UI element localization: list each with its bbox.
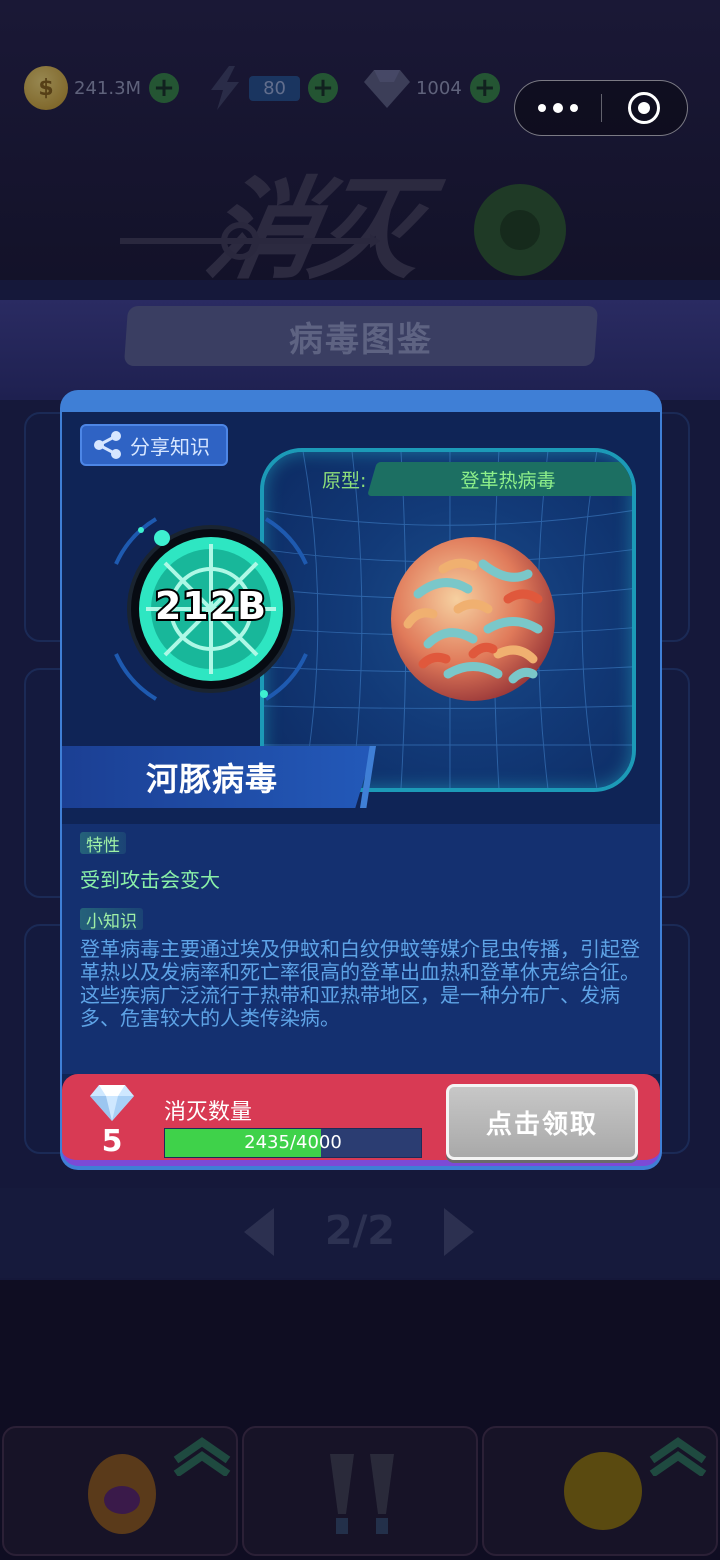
virus-name-banner: 河豚病毒 (62, 746, 374, 808)
plus-icon: + (149, 73, 180, 103)
reward-count: 5 (101, 1124, 123, 1159)
close-icon[interactable] (602, 92, 688, 124)
gem-resource: 1004 + (363, 68, 500, 108)
gem-value: 1004 (415, 77, 462, 99)
resource-bar: $ 241.3M + 80 + 1004 + (24, 66, 526, 110)
badge-value: 212B (153, 582, 268, 630)
share-icon (94, 431, 121, 459)
arrow-left-icon[interactable] (244, 1208, 274, 1256)
reward-bar: 5 消灭数量 2435/4000 点击领取 (62, 1074, 660, 1166)
energy-resource: 80 + (205, 66, 338, 110)
more-icon[interactable] (515, 102, 601, 113)
virus-name: 河豚病毒 (146, 760, 279, 798)
arrow-right-icon[interactable] (444, 1208, 474, 1256)
gem-icon (363, 70, 410, 108)
hero-icon (88, 1454, 156, 1534)
gem-icon (90, 1085, 134, 1121)
energy-value: 80 (249, 75, 300, 101)
trait-tag: 特性 (80, 832, 126, 856)
virus-book-title: 病毒图鉴 (123, 306, 599, 366)
trait-text: 受到攻击会变大 (80, 868, 220, 892)
sword-logo-decoration (120, 222, 380, 260)
coin-icon: $ (24, 66, 68, 110)
page-indicator: 2/2 (324, 1208, 396, 1254)
miniprogram-capsule (514, 80, 688, 136)
knowledge-tag: 小知识 (80, 908, 143, 932)
nav-tab-hero[interactable] (2, 1426, 238, 1556)
kill-progress-text: 2435/4000 (244, 1132, 342, 1153)
dengue-virus-image (391, 537, 555, 701)
virus-info: 特性 受到攻击会变大 小知识 登革病毒主要通过埃及伊蚊和白纹伊蚊等媒介昆虫传播，… (62, 824, 660, 1074)
prototype-label: 原型: (322, 470, 367, 492)
modal-body: 分享知识 原型: 登革热病毒 212B 河豚病毒 特性 受到攻击会变大 小知识 … (62, 412, 660, 1152)
kill-count-label: 消灭数量 (164, 1100, 253, 1125)
coin-icon (564, 1452, 642, 1530)
kill-progress-bar: 2435/4000 (164, 1128, 422, 1158)
share-label: 分享知识 (130, 434, 210, 459)
knowledge-text: 登革病毒主要通过埃及伊蚊和白纹伊蚊等媒介昆虫传播，引起登革热以及发病率和死亡率很… (80, 937, 640, 1030)
share-knowledge-button[interactable]: 分享知识 (80, 424, 228, 466)
bolt-icon (211, 66, 240, 110)
plus-icon: + (307, 73, 338, 103)
bottom-nav (0, 1420, 720, 1560)
plus-icon: + (469, 73, 500, 103)
virus-badge: 212B (96, 494, 326, 724)
coin-value: 241.3M (74, 77, 142, 99)
coin-resource: $ 241.3M + (24, 66, 180, 110)
upgrade-chevron-icon (173, 1437, 231, 1476)
claim-button[interactable]: 点击领取 (446, 1084, 638, 1160)
upgrade-chevron-icon (649, 1437, 707, 1476)
virus-logo-decoration (474, 184, 566, 276)
virus-detail-modal: 分享知识 原型: 登革热病毒 212B 河豚病毒 特性 受到攻击会变大 小知识 … (60, 390, 662, 1170)
virus-book-title-text: 病毒图鉴 (289, 319, 433, 360)
prototype-name: 登革热病毒 (460, 470, 556, 492)
nav-tab-ship[interactable] (242, 1426, 478, 1556)
nav-tab-coin[interactable] (482, 1426, 718, 1556)
ship-icon (330, 1454, 394, 1534)
